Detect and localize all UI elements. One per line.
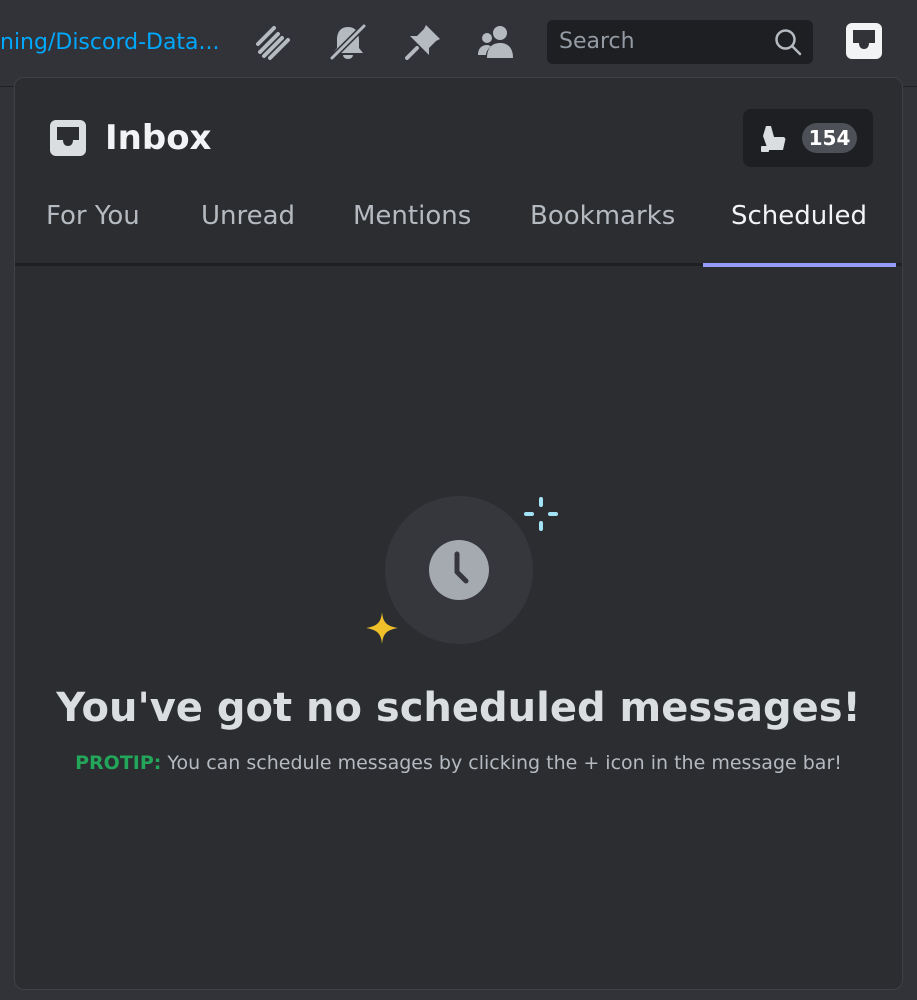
- protip-message: You can schedule messages by clicking th…: [161, 752, 842, 774]
- mark-all-read-button[interactable]: 154: [743, 109, 873, 167]
- sparkle-icon: [524, 497, 558, 531]
- channel-header: ning/Discord-Data... Search: [0, 0, 917, 87]
- tab-for-you[interactable]: For You: [46, 191, 140, 266]
- search-icon: [775, 29, 802, 56]
- inbox-icon: [50, 120, 86, 156]
- clock-icon: [429, 540, 489, 600]
- tab-scheduled[interactable]: Scheduled: [731, 191, 867, 266]
- mark-read-icon: [761, 126, 786, 152]
- tab-unread[interactable]: Unread: [201, 191, 295, 266]
- unread-count-badge: 154: [802, 123, 857, 153]
- protip-text: PROTIP: You can schedule messages by cli…: [15, 748, 902, 778]
- star-sparkle-icon: [366, 612, 398, 644]
- empty-state-title: You've got no scheduled messages!: [56, 685, 861, 731]
- bell-muted-icon[interactable]: [326, 20, 370, 64]
- tab-bookmarks[interactable]: Bookmarks: [530, 191, 675, 266]
- inbox-icon[interactable]: [844, 21, 884, 61]
- threads-icon[interactable]: [252, 20, 296, 64]
- inbox-title: Inbox: [105, 118, 212, 158]
- tab-mentions[interactable]: Mentions: [353, 191, 471, 266]
- channel-name-link[interactable]: ning/Discord-Data...: [0, 26, 232, 60]
- inbox-panel: Inbox 154 For You Unread Mentions Bookma…: [14, 77, 903, 990]
- inbox-header: Inbox 154 For You Unread Mentions Bookma…: [15, 78, 902, 267]
- pin-icon[interactable]: [401, 20, 445, 64]
- members-icon[interactable]: [474, 20, 518, 64]
- protip-label: PROTIP:: [75, 752, 162, 774]
- search-placeholder: Search: [559, 29, 635, 54]
- inbox-tabs: For You Unread Mentions Bookmarks Schedu…: [15, 191, 902, 266]
- search-input[interactable]: Search: [547, 20, 813, 64]
